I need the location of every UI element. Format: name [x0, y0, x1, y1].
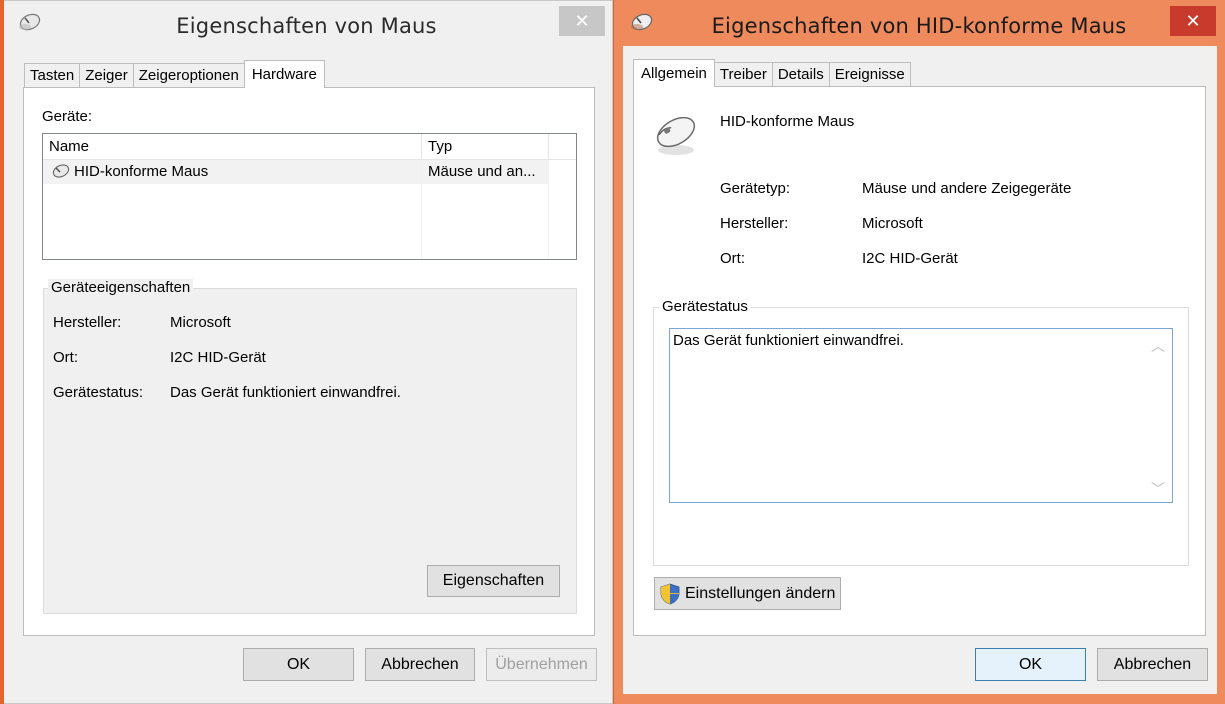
manufacturer-value: Microsoft [170, 314, 231, 331]
close-button[interactable]: ✕ [559, 6, 605, 36]
location-label: Ort: [53, 349, 78, 366]
desktop-edge [0, 0, 4, 704]
ok-button[interactable]: OK [975, 648, 1086, 681]
column-header-type[interactable]: Typ [422, 134, 549, 160]
location-value: I2C HID-Gerät [862, 250, 958, 267]
tab-strip: Tasten Zeiger Zeigeroptionen Hardware [24, 60, 325, 88]
properties-button[interactable]: Eigenschaften [427, 565, 560, 597]
device-type: Mäuse und an... [428, 163, 536, 180]
tab-tasten[interactable]: Tasten [24, 63, 81, 88]
window-title: Eigenschaften von Maus [176, 14, 437, 38]
status-value: Das Gerät funktioniert einwandfrei. [170, 384, 401, 401]
group-title: Gerätestatus [659, 298, 751, 315]
device-name: HID-konforme Maus [74, 163, 209, 180]
status-text: Das Gerät funktioniert einwandfrei. [673, 332, 904, 349]
tab-ereignisse[interactable]: Ereignisse [828, 62, 911, 87]
manufacturer-label: Hersteller: [53, 314, 122, 331]
device-type-label: Gerätetyp: [720, 180, 791, 197]
device-list[interactable]: Name Typ HID-konforme Maus Mäuse und an.… [42, 133, 577, 260]
tab-details[interactable]: Details [771, 62, 830, 87]
list-cell-name: HID-konforme Maus [43, 160, 422, 184]
column-header-name[interactable]: Name [43, 134, 422, 160]
column-divider [421, 160, 422, 259]
tab-zeigeroptionen[interactable]: Zeigeroptionen [132, 63, 245, 88]
device-mouse-icon [650, 112, 700, 162]
close-icon: ✕ [1185, 11, 1201, 31]
close-button[interactable]: ✕ [1170, 6, 1216, 36]
tab-zeiger[interactable]: Zeiger [79, 63, 134, 88]
group-title: Geräteeigenschaften [48, 279, 194, 296]
device-type-value: Mäuse und andere Zeigegeräte [862, 180, 1072, 197]
column-divider [548, 160, 549, 259]
tab-hardware[interactable]: Hardware [243, 60, 325, 88]
tab-strip: Allgemein Treiber Details Ereignisse [633, 59, 911, 87]
list-item[interactable]: HID-konforme Maus Mäuse und an... [43, 160, 548, 184]
location-value: I2C HID-Gerät [170, 349, 266, 366]
shield-icon [659, 583, 681, 605]
device-name: HID-konforme Maus [720, 113, 855, 130]
manufacturer-value: Microsoft [862, 215, 923, 232]
tab-allgemein[interactable]: Allgemein [633, 59, 715, 87]
cancel-button[interactable]: Abbrechen [365, 648, 475, 681]
mouse-icon [47, 163, 71, 181]
location-label: Ort: [720, 250, 745, 267]
change-settings-button[interactable]: Einstellungen ändern [654, 577, 841, 610]
list-header: Name Typ [43, 134, 576, 160]
scroll-down-icon[interactable]: ﹀ [1151, 479, 1165, 499]
tab-treiber[interactable]: Treiber [713, 62, 773, 87]
ok-button[interactable]: OK [243, 648, 354, 681]
window-title: Eigenschaften von HID-konforme Maus [711, 14, 1127, 38]
scroll-up-icon[interactable]: ︿ [1151, 336, 1165, 356]
cancel-button[interactable]: Abbrechen [1097, 648, 1208, 681]
devices-label: Geräte: [42, 108, 93, 125]
device-status-textbox[interactable]: Das Gerät funktioniert einwandfrei. [669, 328, 1173, 503]
manufacturer-label: Hersteller: [720, 215, 789, 232]
status-label: Gerätestatus: [53, 384, 144, 401]
change-settings-label: Einstellungen ändern [685, 584, 836, 602]
close-icon: ✕ [574, 11, 590, 31]
apply-button[interactable]: Übernehmen [486, 648, 597, 681]
